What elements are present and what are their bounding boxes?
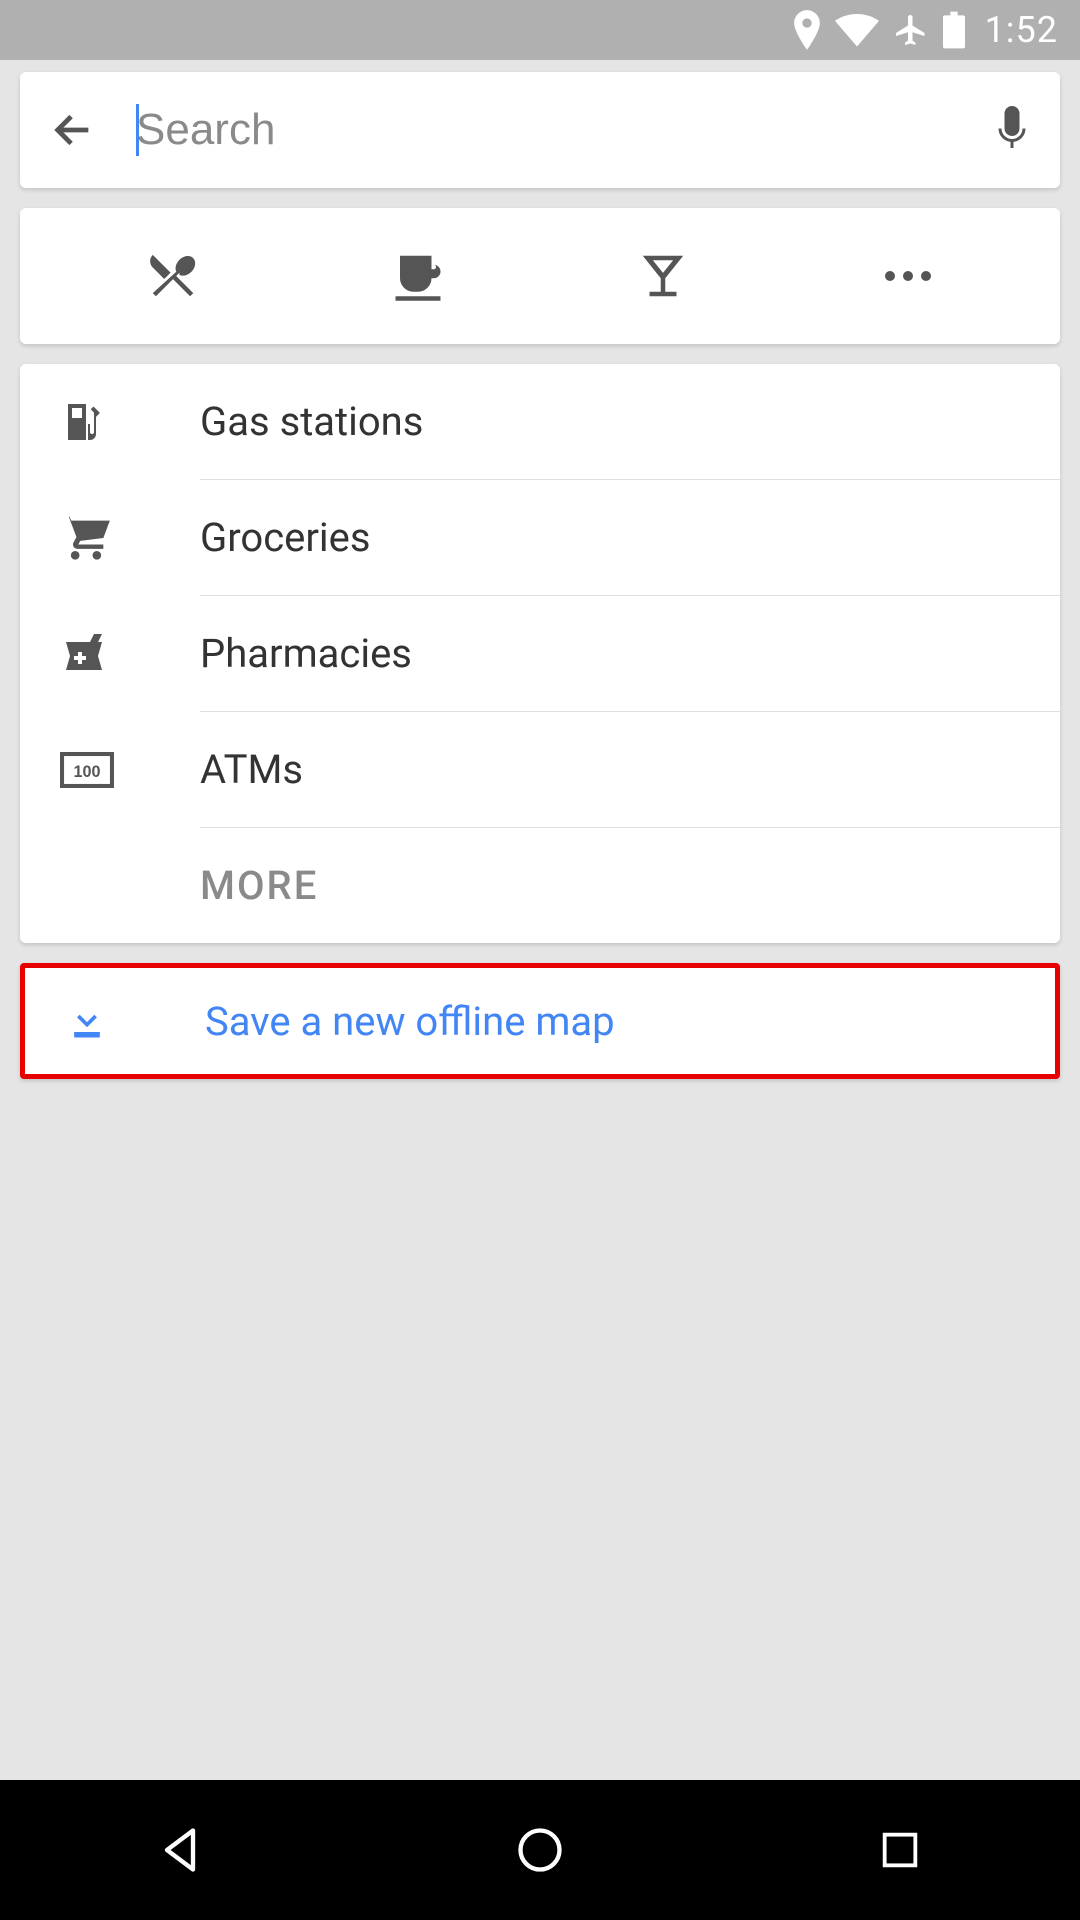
pharmacy-icon: [60, 630, 200, 678]
restaurants-button[interactable]: [88, 208, 258, 344]
save-offline-map-button[interactable]: Save a new offline map: [20, 963, 1060, 1079]
battery-icon: [943, 11, 965, 49]
android-nav-bar: [0, 1780, 1080, 1920]
mic-icon[interactable]: [994, 106, 1030, 154]
clock-text: 1:52: [985, 9, 1058, 51]
nav-home-button[interactable]: [440, 1824, 640, 1876]
gas-pump-icon: [60, 398, 200, 446]
offline-map-label: Save a new offline map: [205, 998, 1015, 1045]
content-area: Gas stations Groceries Pharmacies 100 AT…: [0, 60, 1080, 1780]
more-horizontal-icon: [881, 269, 935, 283]
svg-text:100: 100: [73, 763, 100, 781]
location-icon: [793, 10, 821, 50]
status-bar: 1:52: [0, 0, 1080, 60]
category-groceries[interactable]: Groceries: [20, 480, 1060, 596]
category-label: Gas stations: [200, 364, 1060, 480]
category-gas-stations[interactable]: Gas stations: [20, 364, 1060, 480]
search-input-wrapper[interactable]: [136, 105, 954, 155]
nav-recent-button[interactable]: [800, 1827, 1000, 1873]
category-label: Groceries: [200, 480, 1060, 596]
category-pharmacies[interactable]: Pharmacies: [20, 596, 1060, 712]
category-more[interactable]: MORE: [20, 828, 1060, 943]
atm-icon: 100: [60, 752, 200, 788]
back-icon[interactable]: [50, 107, 96, 153]
cart-icon: [60, 512, 200, 564]
category-atms[interactable]: 100 ATMs: [20, 712, 1060, 828]
category-label: ATMs: [200, 712, 1060, 828]
download-icon: [65, 999, 205, 1043]
more-label: MORE: [200, 828, 1060, 943]
more-button[interactable]: [823, 208, 993, 344]
category-label: Pharmacies: [200, 596, 1060, 712]
search-bar[interactable]: [20, 72, 1060, 188]
category-list: Gas stations Groceries Pharmacies 100 AT…: [20, 364, 1060, 943]
restaurant-icon: [146, 249, 200, 303]
search-input[interactable]: [136, 105, 711, 155]
airplane-mode-icon: [893, 11, 929, 49]
cocktail-icon: [636, 249, 690, 303]
bars-button[interactable]: [578, 208, 748, 344]
nav-back-button[interactable]: [80, 1824, 280, 1876]
quick-categories: [20, 208, 1060, 344]
coffee-button[interactable]: [333, 208, 503, 344]
coffee-icon: [391, 249, 445, 303]
wifi-icon: [835, 13, 879, 47]
